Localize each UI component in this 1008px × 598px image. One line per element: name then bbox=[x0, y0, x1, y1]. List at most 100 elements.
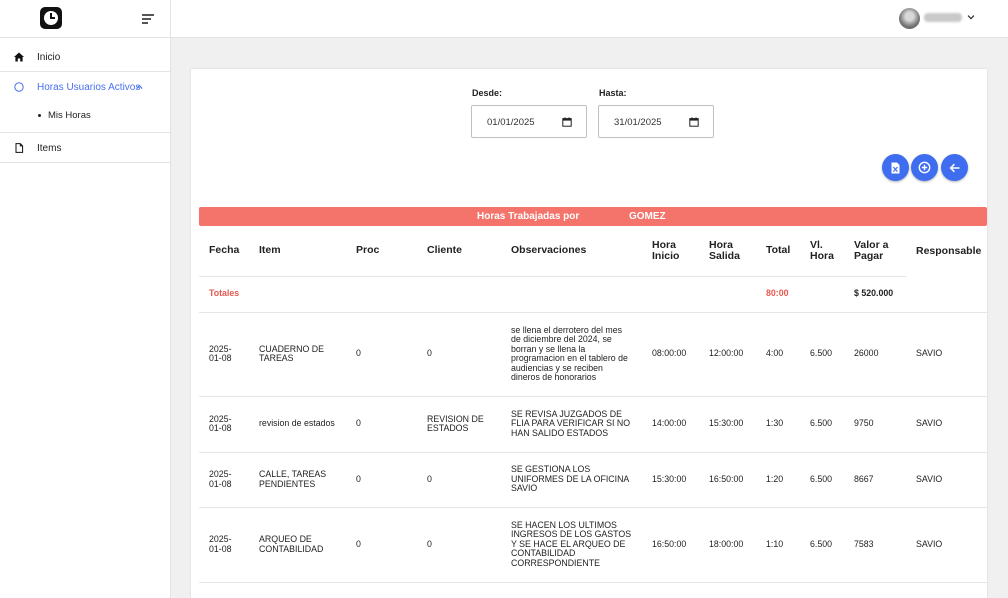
export-excel-button[interactable] bbox=[882, 154, 909, 181]
cell-item: revision de estados bbox=[249, 395, 346, 452]
arrow-left-icon bbox=[949, 163, 959, 172]
totals-amount: $ 520.000 bbox=[844, 275, 906, 312]
totals-total-hours: 80:00 bbox=[756, 275, 800, 312]
cell-responsable: SAVIO bbox=[906, 451, 987, 507]
table-row: 2025-01-08 CUADERNO DE TAREAS 0 0 se lle… bbox=[199, 311, 987, 396]
sidebar-item-horas-usuarios-activos[interactable]: Horas Usuarios Activos bbox=[0, 72, 170, 102]
cell-responsable: SAVIO bbox=[906, 506, 987, 582]
totals-label: Totales bbox=[199, 275, 249, 312]
cell-fecha: 2025-01-08 bbox=[199, 311, 249, 396]
cell-proc: 0 bbox=[346, 451, 417, 507]
table-row: 2025-01-08 CALLE, TAREAS PENDIENTES 0 0 … bbox=[199, 451, 987, 507]
avatar[interactable] bbox=[899, 8, 920, 29]
cell-hora-salida: 12:00:00 bbox=[699, 311, 756, 396]
cell-cliente: REVISION DE ESTADOS bbox=[417, 395, 501, 452]
excel-file-icon bbox=[891, 162, 900, 173]
circle-icon bbox=[14, 82, 24, 92]
from-date-input[interactable]: 01/01/2025 bbox=[471, 105, 587, 138]
sidebar-header bbox=[0, 0, 170, 38]
cell-proc: 0 bbox=[346, 311, 417, 396]
header-responsable[interactable]: Responsable bbox=[906, 226, 987, 276]
from-label: Desde: bbox=[472, 88, 503, 98]
header-observaciones[interactable]: Observaciones bbox=[501, 226, 642, 276]
cell-fecha: 2025-01-08 bbox=[199, 395, 249, 452]
cell-responsable: SAVIO bbox=[906, 395, 987, 452]
cell-vl-hora: 6.500 bbox=[800, 506, 844, 582]
cell-hora-salida: 18:00:00 bbox=[699, 506, 756, 582]
table-row bbox=[199, 581, 987, 598]
calendar-icon[interactable] bbox=[689, 117, 699, 127]
bullet-icon bbox=[38, 113, 41, 117]
cell-cliente: 0 bbox=[417, 451, 501, 507]
chevron-down-icon[interactable] bbox=[967, 13, 975, 21]
clock-logo-icon[interactable] bbox=[40, 7, 62, 29]
cell-hora-salida: 15:30:00 bbox=[699, 395, 756, 452]
cell-hora-inicio: 16:50:00 bbox=[642, 506, 699, 582]
sidebar-subitem-mis-horas[interactable]: Mis Horas bbox=[38, 109, 91, 121]
cell-hora-salida: 16:50:00 bbox=[699, 451, 756, 507]
cell-proc: 0 bbox=[346, 395, 417, 452]
cell-cliente: 0 bbox=[417, 311, 501, 396]
cell-hora-inicio: 14:00:00 bbox=[642, 395, 699, 452]
cell-total: 1:30 bbox=[756, 395, 800, 452]
add-circle-icon bbox=[918, 161, 931, 174]
header-cliente[interactable]: Cliente bbox=[417, 226, 501, 276]
header-item[interactable]: Item bbox=[249, 226, 346, 276]
sidebar-subitem-label: Mis Horas bbox=[48, 109, 91, 121]
to-label: Hasta: bbox=[599, 88, 627, 98]
cell-total: 1:10 bbox=[756, 506, 800, 582]
cell-fecha: 2025-01-08 bbox=[199, 451, 249, 507]
add-hours-button[interactable] bbox=[911, 154, 938, 181]
totals-row: Totales 80:00 $ 520.000 bbox=[199, 275, 987, 312]
user-name-redacted[interactable] bbox=[924, 13, 962, 22]
header-hora-salida[interactable]: Hora Salida bbox=[699, 226, 756, 276]
cell-item: CUADERNO DE TAREAS bbox=[249, 311, 346, 396]
divider bbox=[0, 162, 170, 163]
cell-observaciones: SE GESTIONA LOS UNIFORMES DE LA OFICINA … bbox=[501, 451, 642, 507]
banner-user-name: GOMEZ bbox=[629, 211, 666, 222]
hours-banner: Horas Trabajadas por GOMEZ bbox=[199, 207, 987, 226]
sidebar-item-label: Horas Usuarios Activos bbox=[37, 81, 141, 93]
cell-observaciones: SE HACEN LOS ULTIMOS INGRESOS DE LOS GAS… bbox=[501, 506, 642, 582]
header-valor-a-pagar[interactable]: Valor a Pagar bbox=[844, 226, 906, 276]
chevron-up-icon[interactable] bbox=[136, 84, 143, 90]
cell-valor: 8667 bbox=[844, 451, 906, 507]
table-header-row: Fecha Item Proc Cliente Observaciones Ho… bbox=[199, 226, 987, 276]
header-hora-inicio[interactable]: Hora Inicio bbox=[642, 226, 699, 276]
back-button[interactable] bbox=[941, 154, 968, 181]
header-fecha[interactable]: Fecha bbox=[199, 226, 249, 276]
sidebar-item-label: Inicio bbox=[37, 51, 61, 63]
header-proc[interactable]: Proc bbox=[346, 226, 417, 276]
home-icon bbox=[14, 52, 24, 62]
header-total[interactable]: Total bbox=[756, 226, 800, 276]
to-date-input[interactable]: 31/01/2025 bbox=[598, 105, 714, 138]
cell-hora-inicio: 15:30:00 bbox=[642, 451, 699, 507]
header-vl-hora[interactable]: Vl. Hora bbox=[800, 226, 844, 276]
from-date-value: 01/01/2025 bbox=[487, 117, 535, 128]
cell-observaciones: se llena el derrotero del mes de diciemb… bbox=[501, 311, 642, 396]
sidebar-item-label: Items bbox=[37, 142, 62, 154]
cell-hora-inicio: 08:00:00 bbox=[642, 311, 699, 396]
cell-item: CALLE, TAREAS PENDIENTES bbox=[249, 451, 346, 507]
cell-responsable: SAVIO bbox=[906, 311, 987, 396]
sidebar-item-items[interactable]: Items bbox=[0, 133, 170, 163]
calendar-icon[interactable] bbox=[562, 117, 572, 127]
hours-table: Fecha Item Proc Cliente Observaciones Ho… bbox=[199, 226, 987, 598]
to-date-value: 31/01/2025 bbox=[614, 117, 662, 128]
menu-toggle-icon[interactable] bbox=[142, 12, 154, 24]
cell-proc: 0 bbox=[346, 506, 417, 582]
cell-total: 1:20 bbox=[756, 451, 800, 507]
cell-valor: 9750 bbox=[844, 395, 906, 452]
table-row: 2025-01-08 revision de estados 0 REVISIO… bbox=[199, 395, 987, 452]
cell-valor: 7583 bbox=[844, 506, 906, 582]
cell-fecha: 2025-01-08 bbox=[199, 506, 249, 582]
cell-item: ARQUEO DE CONTABILIDAD bbox=[249, 506, 346, 582]
sidebar-item-inicio[interactable]: Inicio bbox=[0, 42, 170, 72]
hours-card: Desde: 01/01/2025 Hasta: 31/01/2025 Hora… bbox=[190, 68, 988, 598]
banner-title: Horas Trabajadas por bbox=[477, 211, 580, 222]
table-row: 2025-01-08 ARQUEO DE CONTABILIDAD 0 0 SE… bbox=[199, 506, 987, 582]
cell-vl-hora: 6.500 bbox=[800, 395, 844, 452]
cell-vl-hora: 6.500 bbox=[800, 311, 844, 396]
cell-vl-hora: 6.500 bbox=[800, 451, 844, 507]
cell-cliente: 0 bbox=[417, 506, 501, 582]
